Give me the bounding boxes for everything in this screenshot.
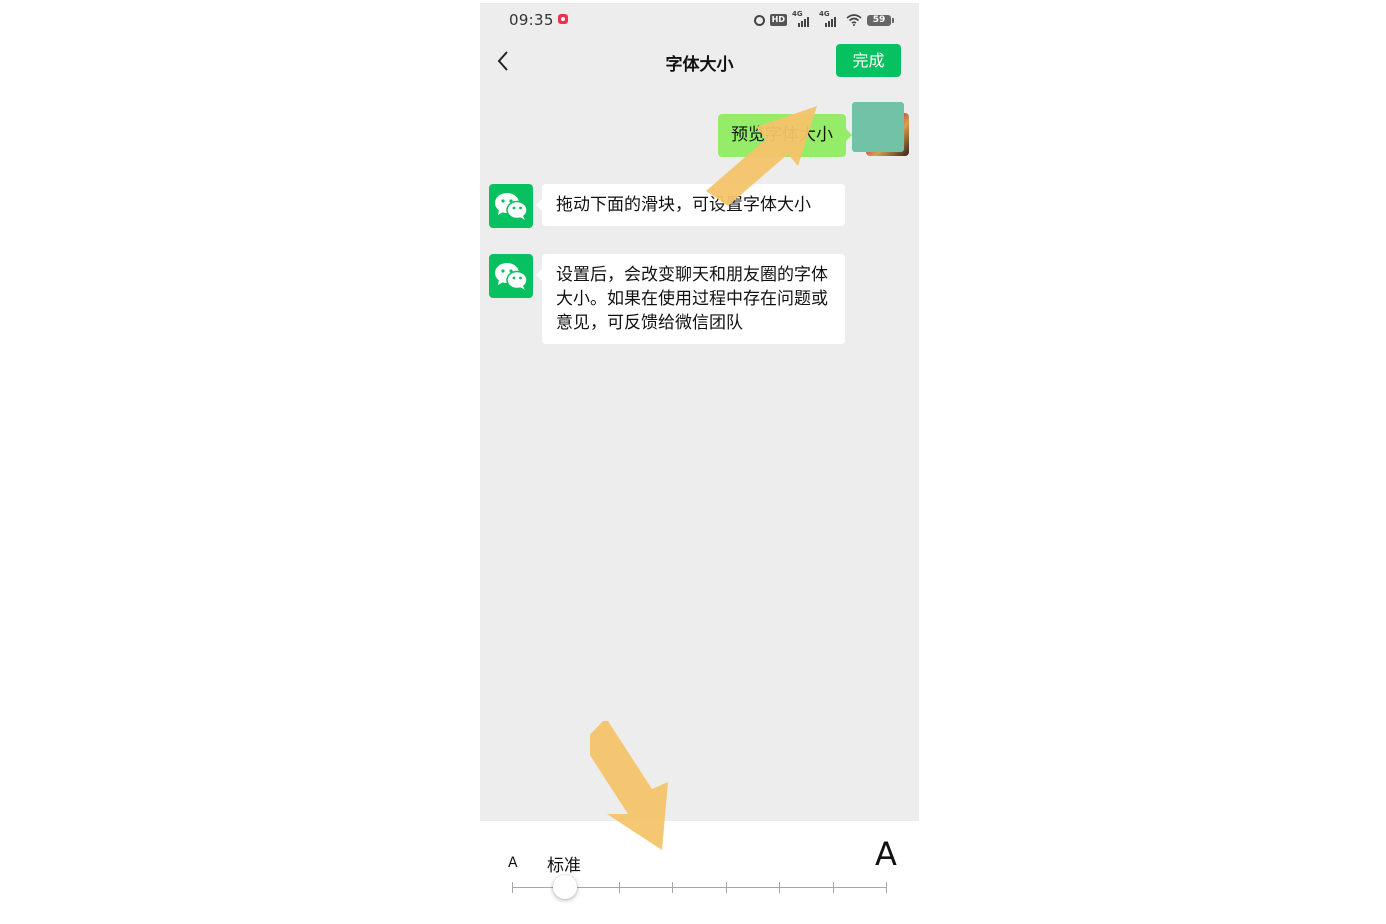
wechat-avatar: [489, 184, 533, 228]
current-size-label: 标准: [547, 856, 581, 876]
done-button[interactable]: 完成: [836, 44, 901, 77]
hd-icon: HD: [769, 14, 787, 26]
nav-bar: 字体大小 完成: [480, 37, 919, 87]
slider-tick: [618, 882, 620, 893]
font-size-slider[interactable]: [512, 875, 887, 899]
preview-message-bubble: 预览字体大小: [718, 114, 852, 157]
font-size-panel: A 标准 A: [480, 821, 919, 921]
slider-tick: [672, 882, 674, 893]
status-bar: 09:35 HD 4G 4G 59: [480, 3, 919, 37]
avatar-privacy-mask: [852, 102, 904, 152]
alarm-icon: [753, 14, 765, 26]
wifi-icon: [846, 14, 862, 26]
app-notification-icon: [558, 14, 568, 24]
status-icons: HD 4G 4G 59: [753, 10, 894, 29]
slider-tick: [512, 882, 513, 893]
slider-tick: [886, 882, 887, 893]
slider-tick: [832, 882, 834, 893]
signal-icon-2: 4G: [819, 10, 841, 27]
small-font-label: A: [508, 855, 518, 871]
status-time: 09:35: [509, 11, 554, 29]
wechat-logo-icon: [495, 193, 528, 220]
slider-knob[interactable]: [553, 875, 578, 899]
wechat-logo-icon: [495, 263, 528, 290]
battery-icon: 59: [867, 14, 894, 26]
chat-message: 拖动下面的滑块，可设置字体大小: [536, 184, 845, 226]
large-font-label: A: [875, 835, 897, 873]
slider-tick: [779, 882, 781, 893]
chat-message: 设置后，会改变聊天和朋友圈的字体大小。如果在使用过程中存在问题或意见，可反馈给微…: [536, 254, 845, 344]
slider-tick: [725, 882, 727, 893]
phone-screen: 09:35 HD 4G 4G 59 字体大小 完成 预览字体大小 拖动下面的滑块…: [480, 3, 919, 921]
signal-icon-1: 4G: [792, 10, 814, 27]
wechat-avatar: [489, 254, 533, 298]
